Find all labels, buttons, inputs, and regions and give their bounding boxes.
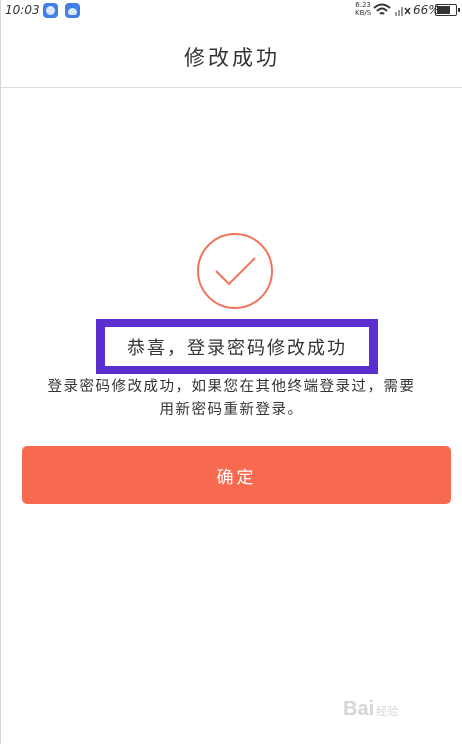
battery-icon xyxy=(435,4,460,16)
page-title: 修改成功 xyxy=(184,46,280,70)
wifi-icon xyxy=(373,3,391,15)
screen: 10:03 6.23 KB/S 66% 修改成功 恭喜，登录密码修改成功 登录密… xyxy=(0,0,462,744)
nav-bar: 修改成功 xyxy=(1,22,462,88)
baidu-watermark: Bai 经验 xyxy=(343,698,399,720)
signal-icon xyxy=(395,7,411,16)
status-bar: 10:03 6.23 KB/S 66% xyxy=(1,0,462,22)
confirm-button[interactable]: 确定 xyxy=(22,446,451,504)
success-title: 恭喜，登录密码修改成功 xyxy=(127,337,347,359)
cloud-icon xyxy=(65,3,80,18)
app-icon-blue xyxy=(43,3,58,18)
network-speed: 6.23 KB/S xyxy=(355,1,372,17)
check-circle-icon xyxy=(197,233,273,309)
success-description: 登录密码修改成功，如果您在其他终端登录过，需要用新密码重新登录。 xyxy=(47,379,416,418)
highlight-box: 恭喜，登录密码修改成功 xyxy=(96,319,378,374)
status-time: 10:03 xyxy=(5,3,40,17)
